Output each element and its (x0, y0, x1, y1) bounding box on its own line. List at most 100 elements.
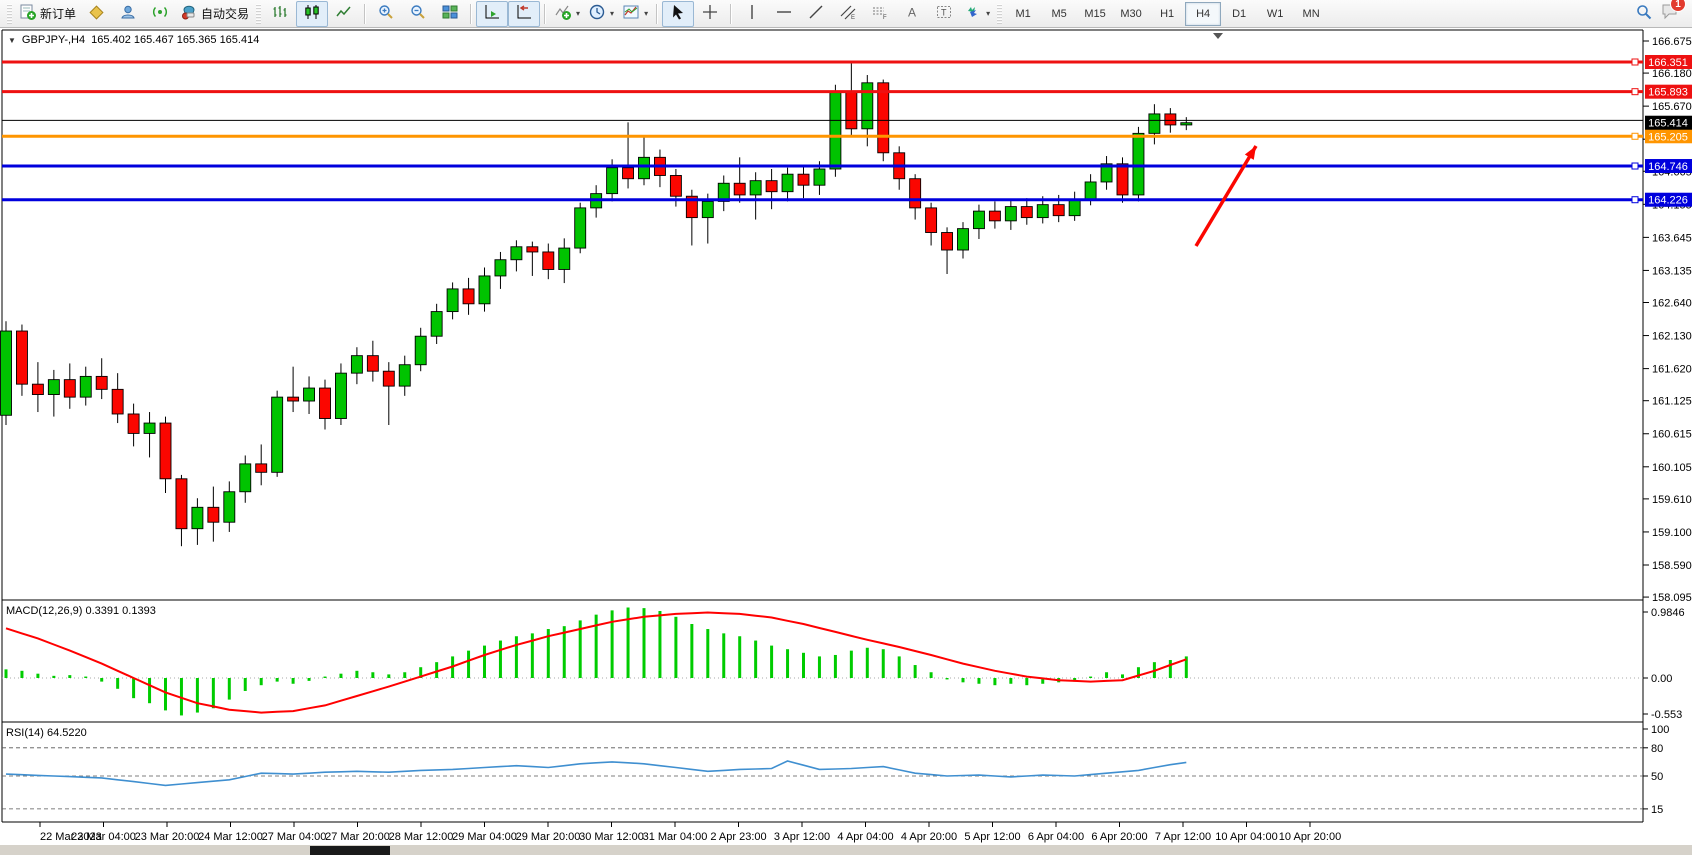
svg-text:6 Apr 04:00: 6 Apr 04:00 (1028, 831, 1084, 843)
mql5-button[interactable] (80, 1, 112, 27)
vertical-line-button[interactable] (736, 1, 768, 27)
resistance-line-2-handle[interactable] (1632, 89, 1638, 95)
timeframe-button-D1[interactable]: D1 (1221, 2, 1257, 26)
chart-shift-button[interactable] (508, 1, 540, 27)
svg-text:165.414: 165.414 (1648, 118, 1688, 130)
svg-text:166.351: 166.351 (1648, 57, 1688, 69)
chart-symbol-period: GBPJPY-,H4 (22, 34, 85, 46)
vertical-line-icon (743, 3, 761, 24)
tile-windows-icon (441, 3, 459, 24)
svg-text:80: 80 (1651, 743, 1663, 755)
svg-text:30 Mar 12:00: 30 Mar 12:00 (579, 831, 644, 843)
timeframe-button-W1[interactable]: W1 (1257, 2, 1293, 26)
candlestick-button[interactable] (296, 1, 328, 27)
trendline-icon (807, 3, 825, 24)
chart-window: 166.675166.180165.670165.160164.665164.1… (0, 28, 1692, 855)
zoom-in-button[interactable] (370, 1, 402, 27)
svg-text:10 Apr 20:00: 10 Apr 20:00 (1279, 831, 1341, 843)
auto-scroll-button[interactable] (476, 1, 508, 27)
svg-text:0.9846: 0.9846 (1651, 607, 1685, 619)
line-chart-button[interactable] (328, 1, 360, 27)
svg-text:160.105: 160.105 (1652, 462, 1692, 474)
community-button[interactable] (112, 1, 144, 27)
toolbar-separator (470, 4, 472, 24)
arrows-button[interactable]: ▾ (960, 1, 994, 27)
svg-text:29 Mar 04:00: 29 Mar 04:00 (452, 831, 517, 843)
svg-text:23 Mar 20:00: 23 Mar 20:00 (135, 831, 200, 843)
support-line-1-handle[interactable] (1632, 163, 1638, 169)
horizontal-line-icon (775, 3, 793, 24)
svg-text:27 Mar 20:00: 27 Mar 20:00 (325, 831, 390, 843)
bar-chart-button[interactable] (264, 1, 296, 27)
timeframe-button-M15[interactable]: M15 (1077, 2, 1113, 26)
toolbar-separator (544, 4, 546, 24)
line-chart-icon (335, 3, 353, 24)
chevron-down-icon: ▾ (610, 9, 614, 18)
support-line-2-handle[interactable] (1632, 197, 1638, 203)
mt4-window: { "toolbar": { "new_order_label": "新订单",… (0, 0, 1692, 855)
horizontal-line-button[interactable] (768, 1, 800, 27)
trendline-button[interactable] (800, 1, 832, 27)
svg-text:161.620: 161.620 (1652, 364, 1692, 376)
fibonacci-icon: F (871, 3, 889, 24)
main-toolbar: 新订单 自动交易 (0, 0, 1692, 28)
chart-canvas[interactable]: 166.675166.180165.670165.160164.665164.1… (0, 28, 1692, 855)
toolbar-grip[interactable] (997, 4, 1002, 24)
periods-clock-icon (588, 3, 606, 24)
toolbar-grip[interactable] (256, 4, 261, 24)
svg-text:158.095: 158.095 (1652, 592, 1692, 604)
candlestick-icon (303, 3, 321, 24)
template-button[interactable]: ▾ (618, 1, 652, 27)
timeframe-button-MN[interactable]: MN (1293, 2, 1329, 26)
chart-ohlc-values: 165.402 165.467 165.365 165.414 (91, 34, 259, 46)
timeframe-button-M30[interactable]: M30 (1113, 2, 1149, 26)
new-order-icon (19, 3, 37, 24)
svg-text:29 Mar 20:00: 29 Mar 20:00 (516, 831, 581, 843)
chevron-down-icon: ▾ (644, 9, 648, 18)
timeframe-button-M5[interactable]: M5 (1041, 2, 1077, 26)
indicators-icon (554, 3, 572, 24)
text-button[interactable]: A (896, 1, 928, 27)
periods-button[interactable]: ▾ (584, 1, 618, 27)
timeframe-button-H1[interactable]: H1 (1149, 2, 1185, 26)
pivot-line-handle[interactable] (1632, 133, 1638, 139)
crosshair-button[interactable] (694, 1, 726, 27)
svg-text:162.640: 162.640 (1652, 298, 1692, 310)
toolbar-grip[interactable] (7, 4, 12, 24)
taskbar-fragment (310, 846, 390, 855)
timeframe-bar: M1M5M15M30H1H4D1W1MN (1005, 2, 1329, 26)
gold-diamond-icon (87, 3, 105, 24)
svg-text:166.180: 166.180 (1652, 68, 1692, 80)
zoom-in-icon (377, 3, 395, 24)
timeframe-button-H4[interactable]: H4 (1185, 2, 1221, 26)
text-label-button[interactable]: T (928, 1, 960, 27)
svg-text:2 Apr 23:00: 2 Apr 23:00 (710, 831, 766, 843)
signal-button[interactable] (144, 1, 176, 27)
fibonacci-button[interactable]: F (864, 1, 896, 27)
svg-text:6 Apr 20:00: 6 Apr 20:00 (1091, 831, 1147, 843)
text-label-icon: T (935, 3, 953, 24)
svg-text:162.130: 162.130 (1652, 331, 1692, 343)
zoom-out-button[interactable] (402, 1, 434, 27)
channel-button[interactable]: E (832, 1, 864, 27)
chevron-down-icon: ▾ (986, 9, 990, 18)
indicators-button[interactable]: ▾ (550, 1, 584, 27)
rsi-indicator-label: RSI(14) 64.5220 (6, 727, 87, 739)
svg-text:163.135: 163.135 (1652, 265, 1692, 277)
svg-text:23 Mar 04:00: 23 Mar 04:00 (71, 831, 136, 843)
notifications-button[interactable]: 1 (1660, 1, 1680, 26)
resistance-line-1-handle[interactable] (1632, 59, 1638, 65)
new-order-button[interactable]: 新订单 (15, 1, 80, 27)
search-button[interactable] (1628, 1, 1660, 27)
auto-scroll-icon (483, 3, 501, 24)
svg-text:4 Apr 04:00: 4 Apr 04:00 (837, 831, 893, 843)
svg-text:166.675: 166.675 (1652, 36, 1692, 48)
cursor-button[interactable] (662, 1, 694, 27)
timeframe-button-M1[interactable]: M1 (1005, 2, 1041, 26)
auto-trading-icon (180, 3, 198, 24)
svg-text:50: 50 (1651, 771, 1663, 783)
toolbar-separator (364, 4, 366, 24)
auto-trading-button[interactable]: 自动交易 (176, 1, 253, 27)
tile-windows-button[interactable] (434, 1, 466, 27)
svg-text:159.100: 159.100 (1652, 527, 1692, 539)
